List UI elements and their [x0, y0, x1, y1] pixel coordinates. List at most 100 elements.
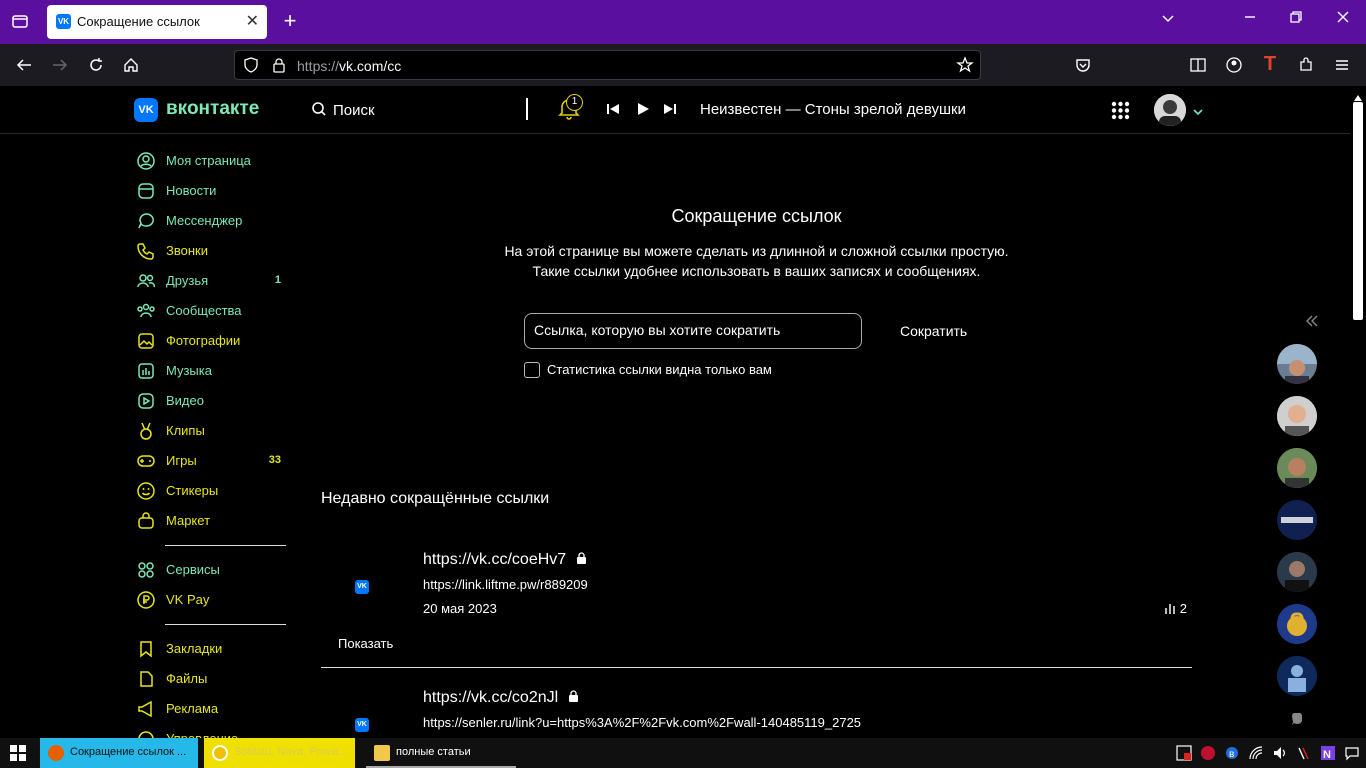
minimize-icon[interactable]: [1240, 10, 1260, 29]
apps-grid-icon[interactable]: [1111, 101, 1130, 120]
sidebar-item[interactable]: Моя страница: [136, 149, 286, 173]
sidebar-item[interactable]: Фотографии: [136, 329, 286, 353]
back-arrow-icon[interactable]: [14, 56, 34, 79]
sidebar-item[interactable]: Сообщества: [136, 299, 286, 323]
chevron-down-icon[interactable]: [1192, 105, 1204, 123]
sidebar-item[interactable]: Закладки: [136, 637, 286, 661]
sidebar-item-count: 33: [268, 454, 281, 466]
sidebar-item-label: Игры: [166, 453, 197, 468]
windows-start-icon[interactable]: [10, 745, 26, 766]
taskbar-folder[interactable]: полные статьи: [366, 738, 516, 768]
friend-avatar[interactable]: [1277, 396, 1317, 436]
sidebar-item[interactable]: Игры 33: [136, 449, 286, 473]
original-link[interactable]: https://senler.ru/link?u=https%3A%2F%2Fv…: [423, 715, 861, 730]
network-icon[interactable]: [1248, 745, 1264, 764]
extensions-icon[interactable]: [1296, 56, 1316, 79]
play-icon[interactable]: [636, 102, 650, 121]
restore-icon[interactable]: [1286, 10, 1306, 29]
friend-avatar[interactable]: [1277, 500, 1317, 540]
new-tab-button[interactable]: +: [280, 8, 300, 34]
notifications-center-icon[interactable]: [1344, 745, 1360, 764]
friend-avatar[interactable]: [1277, 552, 1317, 592]
short-link[interactable]: https://vk.cc/coeHv7: [423, 551, 587, 569]
link-input-wrapper: [524, 313, 862, 349]
sidebar-item-label: Фотографии: [166, 333, 241, 348]
tray-red-app-icon[interactable]: [1200, 745, 1216, 764]
tab-close-icon[interactable]: ✕: [246, 11, 259, 31]
music-icon: [136, 361, 156, 381]
sidebar-item[interactable]: Файлы: [136, 667, 286, 691]
sidebar-item[interactable]: Звонки: [136, 239, 286, 263]
lock-icon[interactable]: [271, 57, 287, 78]
collapse-rail-icon[interactable]: [1304, 313, 1320, 334]
scrollbar-thumb[interactable]: [1353, 102, 1363, 320]
shield-icon[interactable]: [243, 57, 259, 78]
short-link[interactable]: https://vk.cc/co2nJl: [423, 689, 579, 707]
sidebar-item[interactable]: Управление: [136, 727, 286, 738]
sidebar-item[interactable]: Клипы: [136, 419, 286, 443]
menu-hamburger-icon[interactable]: [1332, 56, 1352, 79]
sidebar-item[interactable]: Друзья 1: [136, 269, 286, 293]
friend-avatar[interactable]: [1277, 604, 1317, 644]
previous-track-icon[interactable]: [606, 102, 620, 121]
scroll-up-icon[interactable]: [1353, 89, 1363, 107]
sidebar-item[interactable]: Стикеры: [136, 479, 286, 503]
link-views[interactable]: 2: [1164, 601, 1187, 617]
tab-list-icon[interactable]: [10, 12, 30, 35]
vk-logo-icon[interactable]: VK: [134, 98, 158, 122]
user-avatar[interactable]: [1154, 94, 1186, 126]
smile-icon: [136, 481, 156, 501]
bluetooth-icon[interactable]: ʙ: [1226, 745, 1238, 764]
vk-logo-text[interactable]: вконтакте: [166, 98, 259, 120]
volume-icon[interactable]: [1272, 745, 1288, 764]
friend-avatar[interactable]: [1277, 448, 1317, 488]
stats-private-checkbox[interactable]: [524, 362, 540, 378]
next-track-icon[interactable]: [663, 102, 677, 121]
pocket-icon[interactable]: [1073, 56, 1093, 79]
list-all-tabs-icon[interactable]: [1158, 11, 1178, 32]
bookmark-icon: [136, 639, 156, 659]
sidebar-item[interactable]: Новости: [136, 179, 286, 203]
tray-app-icon[interactable]: [1176, 745, 1192, 764]
sidebar-item-label: Моя страница: [166, 153, 251, 168]
taskbar-label: Сокращение ссылок ...: [70, 746, 187, 758]
description-line-2: Такие ссылки удобнее использовать в ваши…: [532, 263, 981, 279]
sidebar-item[interactable]: Реклама: [136, 697, 286, 721]
reload-icon[interactable]: [86, 56, 106, 79]
reader-view-icon[interactable]: [1188, 56, 1208, 79]
browser-tab-active[interactable]: VK Сокращение ссылок ✕: [47, 5, 267, 39]
tray-app2-icon[interactable]: [1296, 745, 1312, 764]
show-details-button[interactable]: Показать: [338, 636, 393, 651]
sidebar-item[interactable]: Видео: [136, 389, 286, 413]
chat-bubble-icon[interactable]: [1290, 712, 1304, 732]
news-icon: [136, 181, 156, 201]
address-bar[interactable]: https://vk.com/cc: [234, 50, 981, 80]
sidebar-item-label: Сервисы: [166, 562, 220, 577]
stats-private-label[interactable]: Статистика ссылки видна только вам: [547, 362, 772, 377]
home-icon[interactable]: [121, 56, 141, 79]
sidebar-item[interactable]: Музыка: [136, 359, 286, 383]
header-search[interactable]: Поиск: [311, 101, 375, 121]
bookmark-star-icon[interactable]: [956, 56, 974, 79]
translate-extension-icon[interactable]: T: [1260, 53, 1280, 76]
sidebar-item[interactable]: Маркет: [136, 509, 286, 533]
sidebar-item[interactable]: VK Pay: [136, 588, 286, 612]
now-playing-track[interactable]: Неизвестен — Стоны зрелой девушки: [700, 101, 966, 118]
taskbar-firefox[interactable]: Сокращение ссылок ...: [40, 738, 198, 768]
sidebar-item-label: Друзья: [166, 273, 209, 288]
shorten-button[interactable]: Сократить: [900, 323, 967, 339]
friend-avatar[interactable]: [1277, 344, 1317, 384]
original-link[interactable]: https://link.liftme.pw/r889209: [423, 577, 588, 592]
account-icon[interactable]: [1224, 56, 1244, 79]
bag-icon: [136, 511, 156, 531]
friend-avatar[interactable]: [1277, 656, 1317, 696]
user-circle-icon: [136, 151, 156, 171]
link-input[interactable]: [534, 322, 852, 338]
close-window-icon[interactable]: [1333, 10, 1353, 29]
sidebar-item[interactable]: Сервисы: [136, 558, 286, 582]
tray-app3-icon[interactable]: N: [1320, 745, 1336, 764]
sidebar-item[interactable]: Мессенджер: [136, 209, 286, 233]
vk-link-icon: VK: [355, 580, 369, 594]
forward-arrow-icon[interactable]: [50, 56, 70, 79]
taskbar-media[interactable]: Soldatu, Nova, Prova...: [204, 738, 355, 768]
